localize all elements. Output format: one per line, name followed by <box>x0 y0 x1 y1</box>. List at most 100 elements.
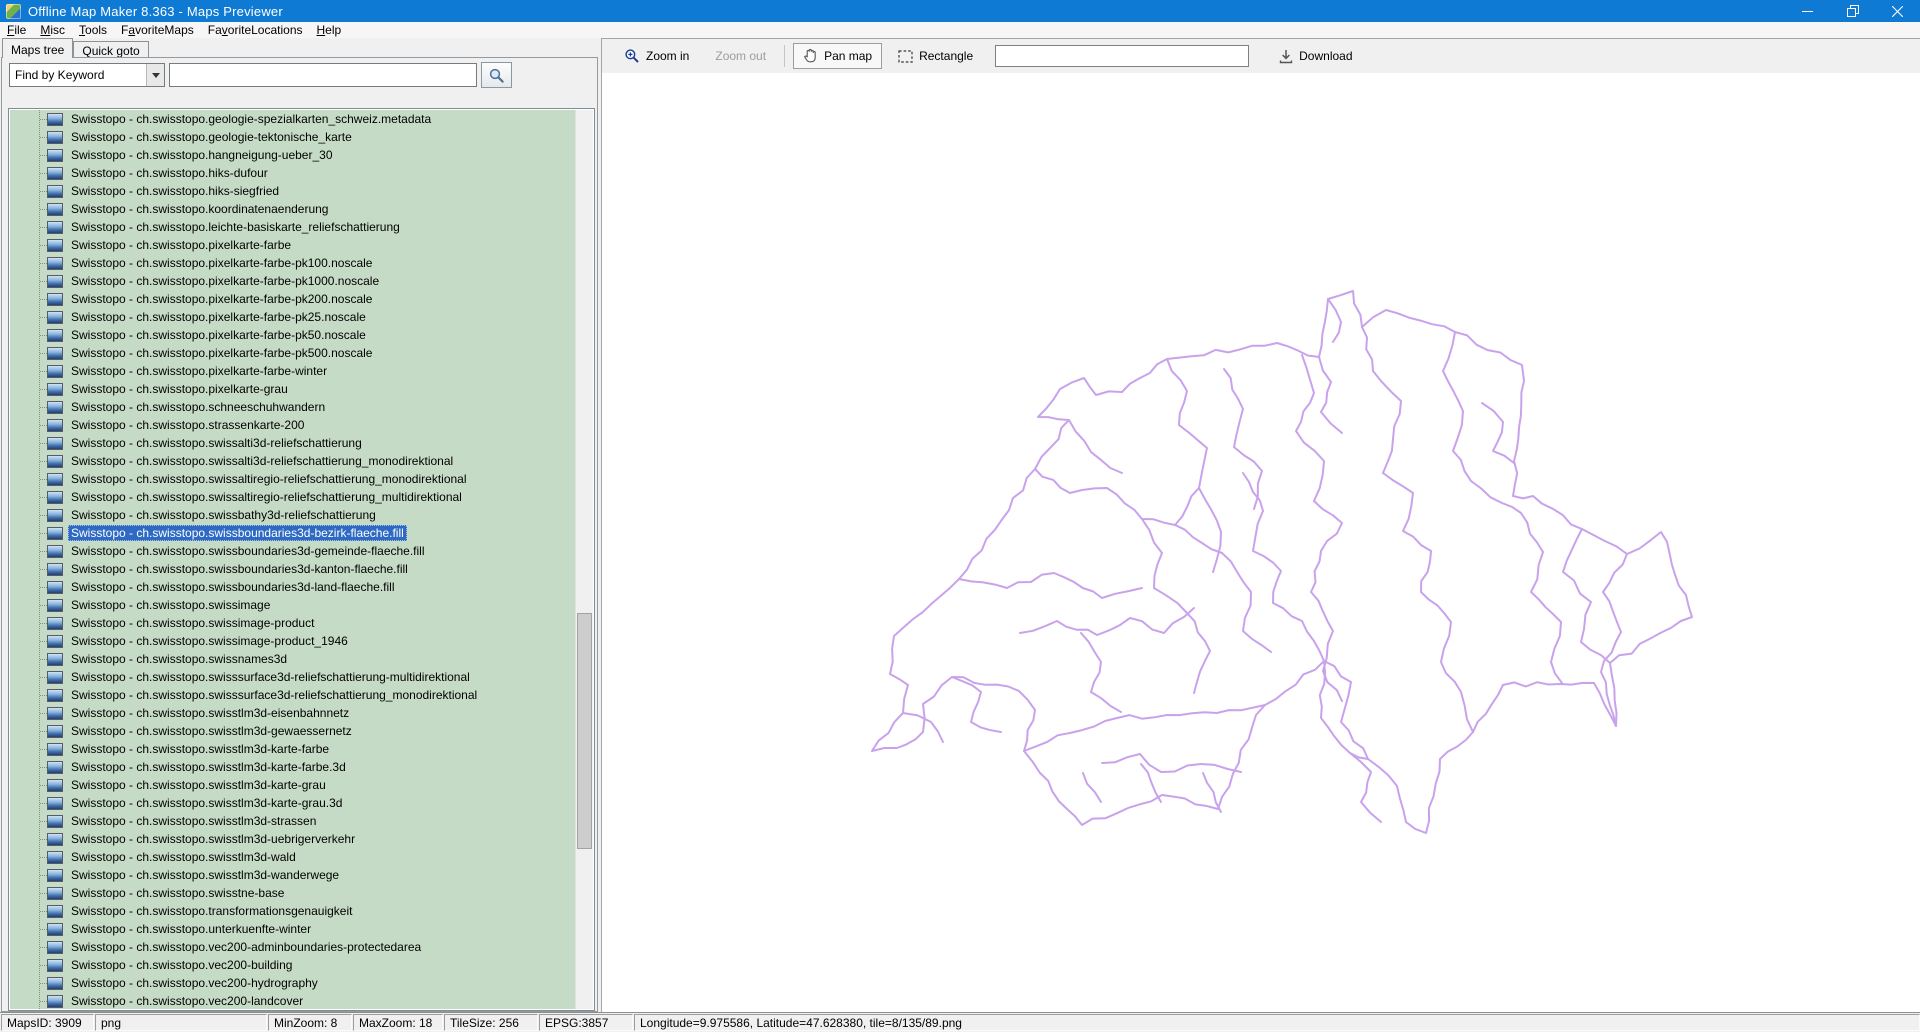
find-mode-select[interactable]: Find by Keyword <box>9 63 165 87</box>
tree-item[interactable]: Swisstopo - ch.swisstopo.swisssurface3d-… <box>10 668 576 686</box>
rectangle-select-icon <box>898 49 913 63</box>
tree-item[interactable]: Swisstopo - ch.swisstopo.pixelkarte-grau <box>10 380 576 398</box>
tree-item[interactable]: Swisstopo - ch.swisstopo.transformations… <box>10 902 576 920</box>
tree-item[interactable]: Swisstopo - ch.swisstopo.swisstlm3d-stra… <box>10 812 576 830</box>
tree-item[interactable]: Swisstopo - ch.swisstopo.swisstlm3d-kart… <box>10 758 576 776</box>
tree-item[interactable]: Swisstopo - ch.swisstopo.swissboundaries… <box>10 578 576 596</box>
tree-item[interactable]: Swisstopo - ch.swisstopo.unterkuenfte-wi… <box>10 920 576 938</box>
rectangle-button[interactable]: Rectangle <box>888 44 983 68</box>
map-layer-icon <box>47 868 63 882</box>
tree-item[interactable]: Swisstopo - ch.swisstopo.hiks-dufour <box>10 164 576 182</box>
tree-item[interactable]: Swisstopo - ch.swisstopo.pixelkarte-farb… <box>10 254 576 272</box>
district-boundary <box>1361 326 1402 474</box>
district-boundary <box>1223 368 1263 510</box>
tree-item[interactable]: Swisstopo - ch.swisstopo.swisstlm3d-wald <box>10 848 576 866</box>
tree-item[interactable]: Swisstopo - ch.swisstopo.swissboundaries… <box>10 524 576 542</box>
tree-item[interactable]: Swisstopo - ch.swisstopo.swisstne-base <box>10 884 576 902</box>
map-layer-icon <box>47 202 63 216</box>
tree-item[interactable]: Swisstopo - ch.swisstopo.geologie-spezia… <box>10 110 576 128</box>
tab-quick-goto[interactable]: Quick goto <box>73 41 149 58</box>
tree-item[interactable]: Swisstopo - ch.swisstopo.schneeschuhwand… <box>10 398 576 416</box>
tree-item[interactable]: Swisstopo - ch.swisstopo.pixelkarte-farb… <box>10 236 576 254</box>
tree-item[interactable]: Swisstopo - ch.swisstopo.pixelkarte-farb… <box>10 326 576 344</box>
tree-item[interactable]: Swisstopo - ch.swisstopo.swissbathy3d-re… <box>10 506 576 524</box>
tree-scrollbar-thumb[interactable] <box>577 613 592 850</box>
tree-item[interactable]: Swisstopo - ch.swisstopo.pixelkarte-farb… <box>10 272 576 290</box>
map-layer-icon <box>47 130 63 144</box>
tree-item[interactable]: Swisstopo - ch.swisstopo.strassenkarte-2… <box>10 416 576 434</box>
tree-item[interactable]: Swisstopo - ch.swisstopo.swissimage-prod… <box>10 632 576 650</box>
map-viewport[interactable] <box>602 73 1920 1012</box>
tree-item[interactable]: Swisstopo - ch.swisstopo.hiks-siegfried <box>10 182 576 200</box>
tree-item[interactable]: Swisstopo - ch.swisstopo.swissalti3d-rel… <box>10 452 576 470</box>
keyword-search-input[interactable] <box>169 63 477 87</box>
tree-item-label: Swisstopo - ch.swisstopo.swisstlm3d-kart… <box>71 742 330 756</box>
pan-map-label: Pan map <box>824 49 873 63</box>
tree-item[interactable]: Swisstopo - ch.swisstopo.swissimage <box>10 596 576 614</box>
tree-item-label: Swisstopo - ch.swisstopo.swissimage-prod… <box>71 634 348 648</box>
tree-item-label: Swisstopo - ch.swisstopo.transformations… <box>71 904 353 918</box>
district-boundary <box>1562 528 1611 664</box>
tree-item[interactable]: Swisstopo - ch.swisstopo.swissalti3d-rel… <box>10 434 576 452</box>
tree-item[interactable]: Swisstopo - ch.swisstopo.swisstlm3d-eise… <box>10 704 576 722</box>
tree-item[interactable]: Swisstopo - ch.swisstopo.pixelkarte-farb… <box>10 290 576 308</box>
menu-favoritelocations[interactable]: FavoriteLocations <box>201 22 310 38</box>
tree-item-label: Swisstopo - ch.swisstopo.schneeschuhwand… <box>71 400 326 414</box>
combo-dropdown-button[interactable] <box>146 64 164 86</box>
district-boundary <box>1166 358 1208 526</box>
tree-item[interactable]: Swisstopo - ch.swisstopo.swissaltiregio-… <box>10 470 576 488</box>
menu-misc[interactable]: Misc <box>33 22 72 38</box>
toolbar-text-input[interactable] <box>995 45 1250 67</box>
tree-item[interactable]: Swisstopo - ch.swisstopo.swissaltiregio-… <box>10 488 576 506</box>
tree-item[interactable]: Swisstopo - ch.swisstopo.swisstlm3d-kart… <box>10 740 576 758</box>
tree-item[interactable]: Swisstopo - ch.swisstopo.pixelkarte-farb… <box>10 308 576 326</box>
tree-item[interactable]: Swisstopo - ch.swisstopo.swisssurface3d-… <box>10 686 576 704</box>
tree-item[interactable]: Swisstopo - ch.swisstopo.swissnames3d <box>10 650 576 668</box>
tab-strip: Maps tree Quick goto <box>2 38 600 58</box>
tree-item[interactable]: Swisstopo - ch.swisstopo.hangneigung-ueb… <box>10 146 576 164</box>
tree-scrollbar[interactable] <box>575 110 593 1009</box>
restore-button[interactable] <box>1830 0 1875 22</box>
search-button[interactable] <box>481 62 512 88</box>
tree-item[interactable]: Swisstopo - ch.swisstopo.vec200-adminbou… <box>10 938 576 956</box>
tree-item[interactable]: Swisstopo - ch.swisstopo.koordinatenaend… <box>10 200 576 218</box>
pan-map-button[interactable]: Pan map <box>793 43 883 69</box>
switzerland-districts-map[interactable] <box>602 73 1920 1012</box>
map-layer-icon <box>47 724 63 738</box>
maps-tree-rows: Swisstopo - ch.swisstopo.geologie-spezia… <box>10 110 576 1009</box>
download-button[interactable]: Download <box>1269 44 1362 69</box>
tree-item[interactable]: Swisstopo - ch.swisstopo.pixelkarte-farb… <box>10 362 576 380</box>
zoom-in-button[interactable]: Zoom in <box>614 43 699 69</box>
chevron-down-icon <box>151 72 160 78</box>
tree-item[interactable]: Swisstopo - ch.swisstopo.swissboundaries… <box>10 560 576 578</box>
menu-file[interactable]: File <box>0 22 33 38</box>
menu-favoritemaps[interactable]: FavoriteMaps <box>114 22 201 38</box>
tree-item[interactable]: Swisstopo - ch.swisstopo.swisstlm3d-kart… <box>10 794 576 812</box>
tree-item[interactable]: Swisstopo - ch.swisstopo.leichte-basiska… <box>10 218 576 236</box>
tree-item[interactable]: Swisstopo - ch.swisstopo.swissimage-prod… <box>10 614 576 632</box>
menu-tools[interactable]: Tools <box>72 22 114 38</box>
district-boundary <box>1034 468 1176 526</box>
tree-item[interactable]: Swisstopo - ch.swisstopo.vec200-hydrogra… <box>10 974 576 992</box>
tree-item[interactable]: Swisstopo - ch.swisstopo.pixelkarte-farb… <box>10 344 576 362</box>
tree-item[interactable]: Swisstopo - ch.swisstopo.vec200-building <box>10 956 576 974</box>
map-layer-icon <box>47 742 63 756</box>
menu-help[interactable]: Help <box>310 22 349 38</box>
minimize-button[interactable] <box>1785 0 1830 22</box>
tree-item[interactable]: Swisstopo - ch.swisstopo.swisstlm3d-kart… <box>10 776 576 794</box>
tree-item[interactable]: Swisstopo - ch.swisstopo.swisstlm3d-gewa… <box>10 722 576 740</box>
tree-item[interactable]: Swisstopo - ch.swisstopo.swissboundaries… <box>10 542 576 560</box>
status-cell-0: MapsID: 3909 <box>1 1014 94 1031</box>
tree-item-label: Swisstopo - ch.swisstopo.swisstlm3d-kart… <box>71 796 343 810</box>
close-button[interactable] <box>1875 0 1920 22</box>
tab-maps-tree[interactable]: Maps tree <box>2 38 74 58</box>
maps-tree-list: Swisstopo - ch.swisstopo.geologie-spezia… <box>8 108 595 1011</box>
tree-item[interactable]: Swisstopo - ch.swisstopo.vec200-landcove… <box>10 992 576 1009</box>
tree-item[interactable]: Swisstopo - ch.swisstopo.swisstlm3d-wand… <box>10 866 576 884</box>
map-layer-icon <box>47 310 63 324</box>
tree-item-label: Swisstopo - ch.swisstopo.strassenkarte-2… <box>71 418 305 432</box>
tree-item[interactable]: Swisstopo - ch.swisstopo.swisstlm3d-uebr… <box>10 830 576 848</box>
zoom-out-button[interactable]: Zoom out <box>705 44 776 68</box>
tree-item[interactable]: Swisstopo - ch.swisstopo.geologie-tekton… <box>10 128 576 146</box>
download-label: Download <box>1299 49 1353 63</box>
